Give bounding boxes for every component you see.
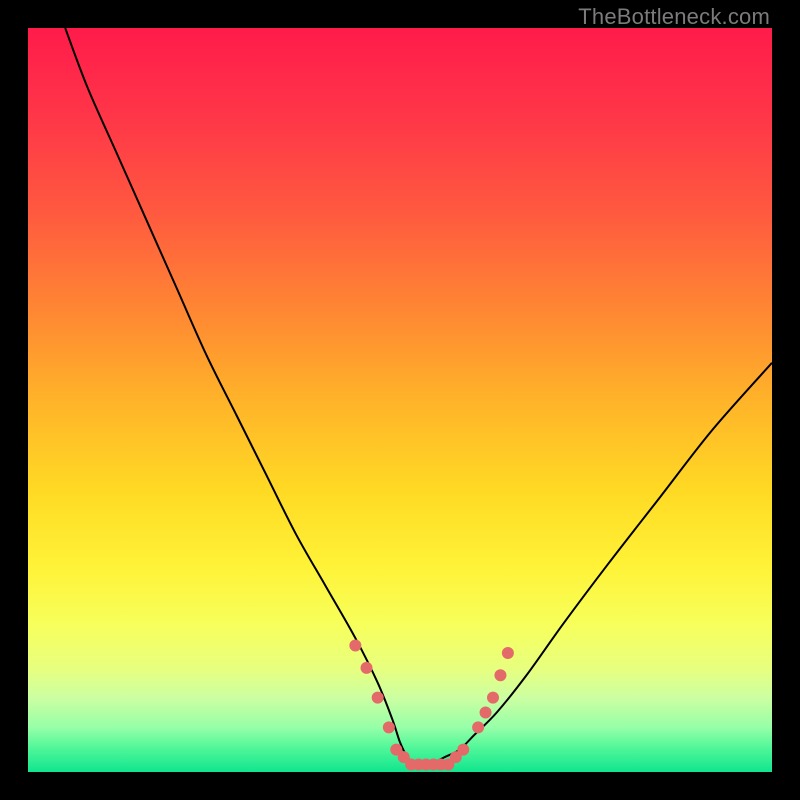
curve-marker	[383, 721, 395, 733]
curve-marker	[472, 721, 484, 733]
curve-marker	[349, 640, 361, 652]
curve-marker	[372, 692, 384, 704]
curve-layer	[28, 28, 772, 772]
curve-marker	[487, 692, 499, 704]
curve-marker	[480, 706, 492, 718]
watermark-text: TheBottleneck.com	[578, 4, 770, 30]
curve-marker	[457, 744, 469, 756]
curve-marker	[502, 647, 514, 659]
curve-marker	[361, 662, 373, 674]
chart-frame: TheBottleneck.com	[0, 0, 800, 800]
plot-area	[28, 28, 772, 772]
curve-marker	[494, 669, 506, 681]
bottleneck-curve	[65, 28, 772, 765]
curve-markers	[349, 640, 514, 771]
